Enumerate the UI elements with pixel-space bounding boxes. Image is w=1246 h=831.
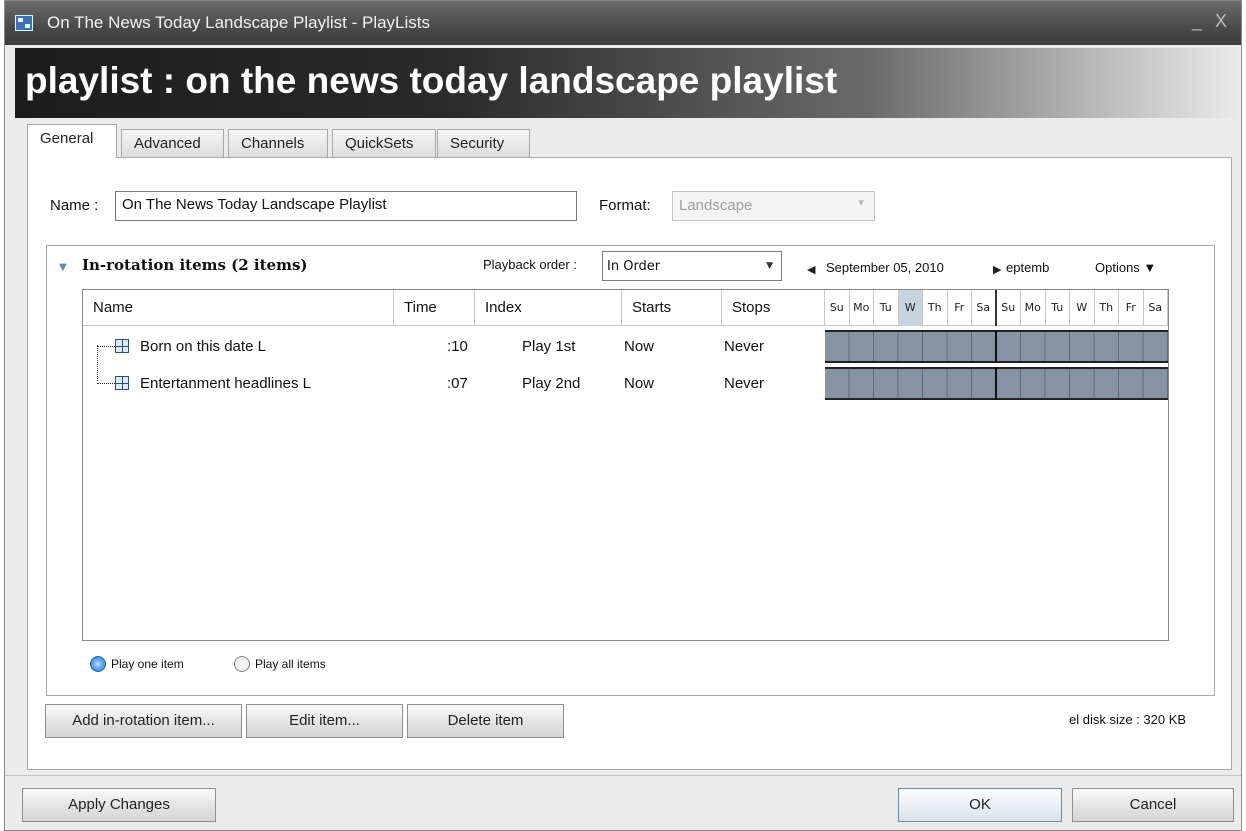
title-bar[interactable]: On The News Today Landscape Playlist - P…: [5, 1, 1241, 45]
play-all-label: Play all items: [255, 657, 326, 671]
tree-connector: [97, 383, 115, 384]
add-in-rotation-item-button[interactable]: Add in-rotation item...: [45, 704, 242, 738]
column-index[interactable]: Index: [475, 290, 622, 326]
day-header-th: Th: [1095, 290, 1119, 326]
header-banner: playlist : on the news today landscape p…: [15, 48, 1239, 118]
name-label: Name :: [50, 197, 99, 214]
cancel-button[interactable]: Cancel: [1072, 788, 1234, 822]
day-header-sa: Sa: [972, 290, 997, 326]
disk-size-label: el disk size : 320 KB: [1069, 712, 1187, 727]
row-name: Entertanment headlines L: [140, 375, 311, 392]
tab-security[interactable]: Security: [437, 129, 530, 157]
next-week-icon[interactable]: ▶: [993, 263, 1001, 276]
window-controls[interactable]: _ X: [1192, 11, 1231, 32]
day-header-mo: Mo: [850, 290, 874, 326]
row-stops: Never: [724, 375, 765, 392]
grid-item-icon: [115, 339, 129, 353]
table-header: Name Time Index Starts Stops Su Mo Tu W Th Fr…: [83, 290, 1168, 326]
playback-order-value: In Order: [607, 259, 661, 274]
day-header-su: Su: [997, 290, 1021, 326]
in-rotation-title: In-rotation items (2 items): [82, 256, 308, 274]
day-header-w: W: [1070, 290, 1095, 326]
table-row[interactable]: Entertanment headlines L :07 Play 2nd No…: [83, 365, 1168, 402]
play-one-radio[interactable]: [90, 656, 106, 672]
row-time: :07: [447, 375, 468, 392]
row-index: Play 2nd: [522, 375, 581, 392]
row-index: Play 1st: [522, 338, 576, 355]
edit-item-button[interactable]: Edit item...: [246, 704, 403, 738]
row-stops: Never: [724, 338, 765, 355]
tab-channels[interactable]: Channels: [228, 129, 328, 157]
next-date-label: eptemb: [1006, 260, 1050, 275]
day-header-th: Th: [923, 290, 948, 326]
day-header-su: Su: [825, 290, 850, 326]
window-title: On The News Today Landscape Playlist - P…: [47, 13, 431, 32]
row-starts: Now: [624, 375, 655, 392]
day-header-w: W: [898, 290, 923, 326]
tab-advanced[interactable]: Advanced: [121, 129, 224, 157]
schedule-bar[interactable]: [825, 330, 1168, 363]
general-panel: Name : On The News Today Landscape Playl…: [27, 157, 1232, 770]
day-header-tu: Tu: [874, 290, 899, 326]
day-header-tu: Tu: [1046, 290, 1070, 326]
playlist-window: On The News Today Landscape Playlist - P…: [4, 0, 1242, 831]
day-header-fr: Fr: [948, 290, 972, 326]
chevron-down-icon: ▼: [856, 198, 866, 209]
row-starts: Now: [624, 338, 655, 355]
footer-divider: [5, 775, 1241, 776]
day-header-mo: Mo: [1021, 290, 1046, 326]
column-name[interactable]: Name: [83, 290, 394, 326]
day-header-sa: Sa: [1144, 290, 1168, 326]
play-one-label: Play one item: [111, 657, 184, 671]
current-date-label: September 05, 2010: [826, 260, 944, 275]
day-header-fr: Fr: [1119, 290, 1144, 326]
format-label: Format:: [599, 197, 651, 214]
playlist-app-icon: [15, 15, 33, 31]
grid-item-icon: [115, 376, 129, 390]
row-name: Born on this date L: [140, 338, 266, 355]
chevron-down-icon: ▼: [766, 261, 773, 271]
name-input[interactable]: On The News Today Landscape Playlist: [115, 191, 577, 221]
previous-week-icon[interactable]: ◀: [807, 263, 815, 276]
options-menu[interactable]: Options ▼: [1095, 260, 1156, 275]
ok-button[interactable]: OK: [898, 788, 1062, 822]
delete-item-button[interactable]: Delete item: [407, 704, 564, 738]
table-row[interactable]: Born on this date L :10 Play 1st Now Nev…: [83, 328, 1168, 365]
tab-quicksets[interactable]: QuickSets: [332, 129, 436, 157]
play-all-radio[interactable]: [234, 656, 250, 672]
playback-order-select[interactable]: In Order ▼: [602, 251, 782, 281]
in-rotation-table: Name Time Index Starts Stops Su Mo Tu W Th Fr…: [82, 289, 1169, 641]
playback-order-label: Playback order :: [483, 257, 577, 272]
row-time: :10: [447, 338, 468, 355]
column-time[interactable]: Time: [394, 290, 475, 326]
schedule-bar[interactable]: [825, 367, 1168, 400]
column-starts[interactable]: Starts: [622, 290, 722, 326]
format-select: Landscape ▼: [672, 191, 875, 221]
column-stops[interactable]: Stops: [722, 290, 825, 326]
format-value: Landscape: [679, 197, 753, 214]
apply-changes-button[interactable]: Apply Changes: [22, 788, 216, 822]
tab-general[interactable]: General: [27, 124, 117, 158]
collapse-triangle-icon[interactable]: ▼: [59, 262, 67, 273]
page-title: playlist : on the news today landscape p…: [25, 60, 838, 101]
tree-connector: [97, 346, 115, 347]
